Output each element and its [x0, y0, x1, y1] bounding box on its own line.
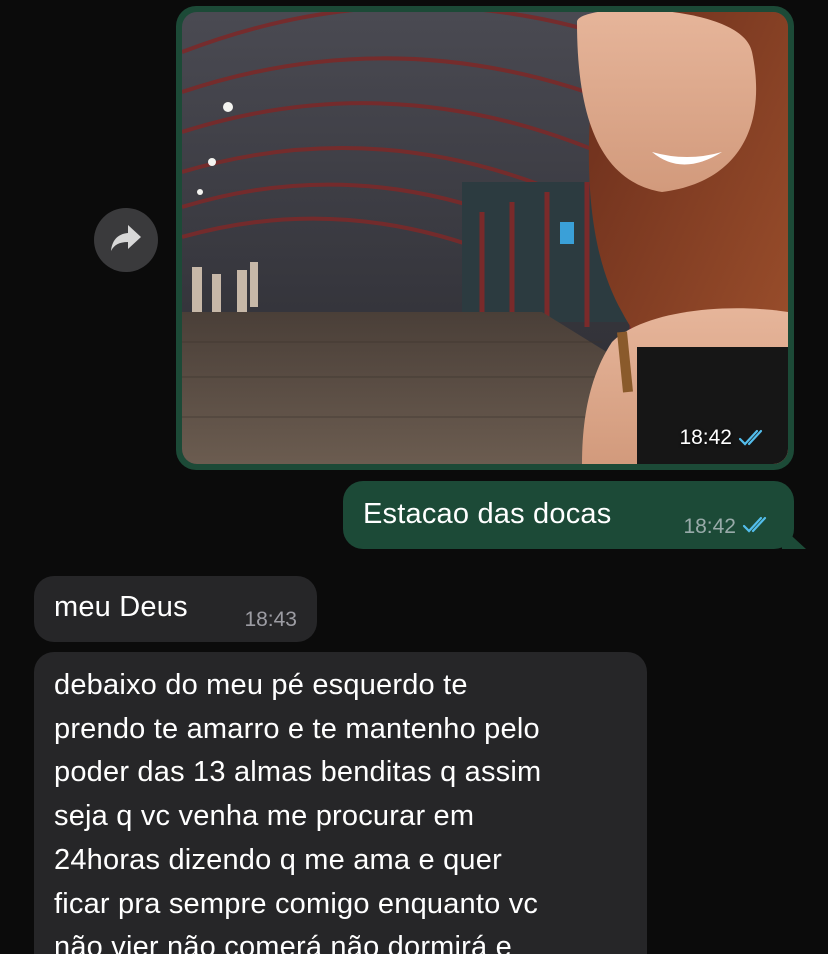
photo[interactable]: 18:42: [182, 12, 788, 464]
photo-time: 18:42: [679, 426, 732, 449]
message-text-line: não vier não comerá não dormirá e: [54, 931, 512, 954]
incoming-message-bubble[interactable]: debaixo do meu pé esquerdo te prendo te …: [34, 652, 647, 954]
photo-meta: 18:42: [679, 426, 768, 450]
message-meta: 18:42: [683, 515, 772, 539]
message-text-line: poder das 13 almas benditas q assim: [54, 756, 542, 789]
message-text: Estacao das docas: [363, 498, 612, 530]
incoming-message-bubble[interactable]: meu Deus 18:43: [34, 576, 317, 642]
chat-view: 18:42 Estacao das docas 18:42 meu Deus 1…: [0, 0, 828, 954]
double-check-read-icon: [742, 516, 772, 539]
message-text-line: seja q vc venha me procurar em: [54, 800, 475, 833]
bubble-tail: [782, 527, 806, 549]
message-text-line: 24horas dizendo q me ama e quer: [54, 843, 502, 876]
message-text-line: debaixo do meu pé esquerdo te: [54, 669, 468, 701]
message-time: 18:42: [683, 515, 736, 538]
photo-illustration: [182, 12, 788, 464]
forward-share-icon: [109, 223, 143, 258]
outgoing-message-bubble[interactable]: Estacao das docas 18:42: [343, 481, 806, 549]
double-check-read-icon: [738, 429, 768, 447]
message-text: meu Deus: [54, 591, 188, 623]
image-message-bubble[interactable]: 18:42: [176, 6, 794, 470]
message-time: 18:43: [244, 608, 297, 631]
message-text-line: ficar pra sempre comigo enquanto vc: [54, 887, 539, 920]
message-text-line: prendo te amarro e te mantenho pelo: [54, 712, 540, 745]
forward-button[interactable]: [94, 208, 158, 272]
